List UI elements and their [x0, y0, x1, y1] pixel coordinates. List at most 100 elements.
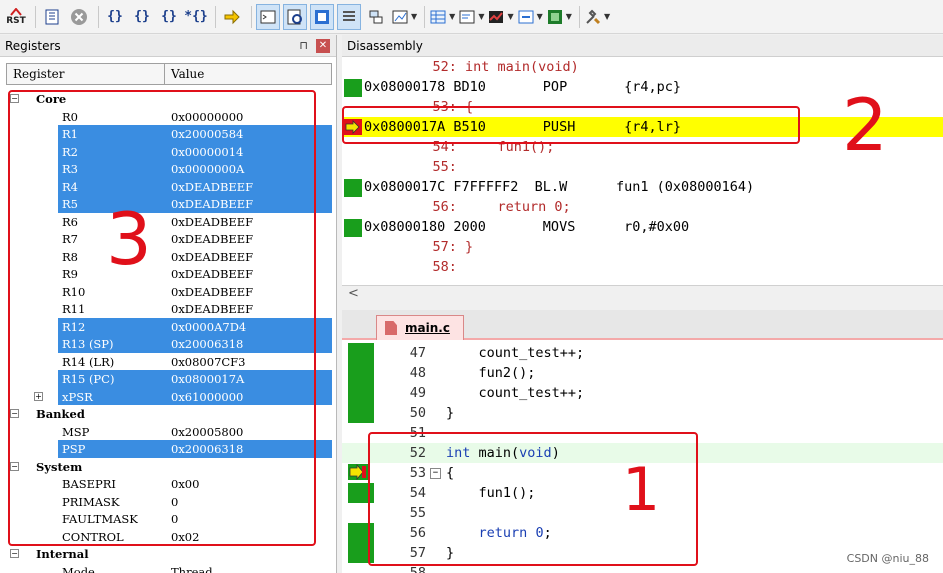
coverage-marker — [344, 59, 362, 77]
system-viewer-icon — [547, 9, 562, 24]
scroll-left-icon[interactable]: < — [348, 286, 359, 301]
watch-window-button[interactable]: ▼ — [391, 4, 417, 30]
annotation-number-3: 3 — [106, 197, 152, 281]
disassembly-text: 55: — [400, 159, 466, 175]
code-text: count_test++; — [446, 385, 585, 401]
chevron-down-icon: ▼ — [507, 12, 514, 21]
close-icon[interactable]: ✕ — [316, 39, 330, 53]
annotation-box-3 — [8, 90, 316, 546]
code-text: count_test++; — [446, 345, 585, 361]
coverage-marker — [344, 219, 362, 237]
chevron-down-icon: ▼ — [449, 12, 456, 21]
step-into-button[interactable]: {} — [103, 4, 127, 30]
registers-window-icon — [343, 10, 355, 21]
memory-window-button[interactable]: ▼ — [429, 4, 455, 30]
disassembly-panel: Disassembly 52: int main(void) 0x08000178… — [342, 35, 943, 303]
run-to-cursor-button[interactable]: *{} — [184, 4, 208, 30]
show-next-statement-button[interactable] — [220, 4, 244, 30]
register-name: Mode — [62, 564, 95, 573]
pin-icon[interactable]: ⊓ — [299, 39, 308, 52]
line-number: 48 — [409, 365, 426, 381]
serial-window-button[interactable]: ▼ — [458, 4, 484, 30]
line-number: 49 — [409, 385, 426, 401]
disassembly-source-line[interactable]: 52: int main(void) — [342, 57, 943, 77]
annotation-number-1: 1 — [622, 455, 661, 525]
call-stack-button[interactable] — [364, 4, 388, 30]
annotation-number-2: 2 — [842, 83, 888, 167]
chevron-down-icon: ▼ — [536, 12, 543, 21]
disassembly-title-bar: Disassembly — [342, 35, 943, 57]
call-stack-icon — [369, 10, 383, 23]
run-button[interactable] — [40, 4, 64, 30]
toolbar-separator — [35, 5, 36, 28]
disassembly-source-line[interactable]: 56: return 0; — [342, 197, 943, 217]
line-number: 58 — [409, 565, 426, 573]
trace-button[interactable]: ▼ — [517, 4, 543, 30]
disassembly-window-icon — [287, 9, 302, 24]
register-column-header[interactable]: Register — [7, 64, 165, 84]
disassembly-window-button[interactable] — [283, 3, 307, 30]
disassembly-text: 0x0800017C F7FFFFF2 BL.W fun1 (0x0800016… — [364, 179, 755, 195]
disassembly-text: 52: int main(void) — [400, 59, 579, 75]
system-viewer-button[interactable]: ▼ — [546, 4, 572, 30]
disassembly-title: Disassembly — [347, 38, 423, 53]
collapse-icon[interactable]: − — [10, 549, 19, 558]
analysis-window-button[interactable]: ▼ — [487, 4, 514, 30]
run-icon — [45, 9, 59, 24]
code-text: } — [446, 405, 455, 421]
c-file-icon — [385, 321, 397, 335]
trace-icon — [518, 10, 534, 23]
reset-button[interactable]: RST — [4, 4, 28, 30]
registers-window-button[interactable] — [337, 3, 361, 30]
toolbar-separator — [215, 5, 216, 28]
step-out-button[interactable]: {} — [157, 4, 181, 30]
tab-main-c[interactable]: main.c — [376, 315, 464, 340]
command-window-icon — [260, 10, 276, 23]
coverage-marker — [344, 79, 362, 97]
code-line[interactable]: 49 count_test++; — [342, 383, 943, 403]
stop-button[interactable] — [67, 4, 91, 30]
register-group[interactable]: − Internal — [6, 545, 332, 563]
coverage-bar — [348, 343, 374, 363]
command-window-button[interactable] — [256, 3, 280, 30]
code-line[interactable]: 47 count_test++; — [342, 343, 943, 363]
tab-label: main.c — [405, 321, 450, 335]
disassembly-horizontal-scrollbar[interactable]: < — [342, 285, 943, 303]
value-column-header[interactable]: Value — [165, 64, 210, 84]
chevron-down-icon: ▼ — [565, 12, 572, 21]
disassembly-instruction-line[interactable]: 0x08000180 2000 MOVS r0,#0x00 — [342, 217, 943, 237]
coverage-marker — [344, 159, 362, 177]
register-row[interactable]: Mode Thread — [6, 563, 332, 573]
disassembly-source-line[interactable]: 57: } — [342, 237, 943, 257]
coverage-bar — [348, 363, 374, 383]
register-value[interactable]: Thread — [171, 565, 213, 573]
toolbar-separator — [424, 5, 426, 28]
symbols-window-button[interactable] — [310, 3, 334, 30]
coverage-marker — [344, 199, 362, 217]
registers-title: Registers — [5, 38, 61, 53]
registers-title-bar: Registers ⊓ ✕ — [0, 35, 336, 57]
serial-window-icon — [459, 10, 475, 23]
disassembly-text: 56: return 0; — [400, 199, 571, 215]
toolbox-icon — [586, 9, 600, 24]
register-name: Internal — [36, 547, 89, 561]
coverage-bar — [348, 403, 374, 423]
line-number: 47 — [409, 345, 426, 361]
code-line[interactable]: 50} — [342, 403, 943, 423]
watermark: CSDN @niu_88 — [846, 552, 929, 565]
disassembly-source-line[interactable]: 58: — [342, 257, 943, 277]
source-editor-panel: main.c 47 count_test++; 48 fun2(); 49 coun… — [342, 310, 943, 573]
disassembly-instruction-line[interactable]: 0x0800017C F7FFFFF2 BL.W fun1 (0x0800016… — [342, 177, 943, 197]
disassembly-text: 57: } — [400, 239, 474, 255]
coverage-bar — [348, 383, 374, 403]
reset-icon: RST — [6, 7, 26, 26]
coverage-marker — [344, 179, 362, 197]
debug-toolbar: RST {} {} {} *{} ▼ ▼ ▼ ▼ ▼ ▼ ▼ — [0, 0, 943, 34]
registers-column-header: Register Value — [6, 63, 332, 85]
toolbox-button[interactable]: ▼ — [584, 4, 610, 30]
coverage-marker — [344, 259, 362, 277]
step-into-icon: {} — [107, 9, 123, 24]
code-line[interactable]: 48 fun2(); — [342, 363, 943, 383]
step-out-icon: {} — [161, 9, 177, 24]
step-over-button[interactable]: {} — [130, 4, 154, 30]
